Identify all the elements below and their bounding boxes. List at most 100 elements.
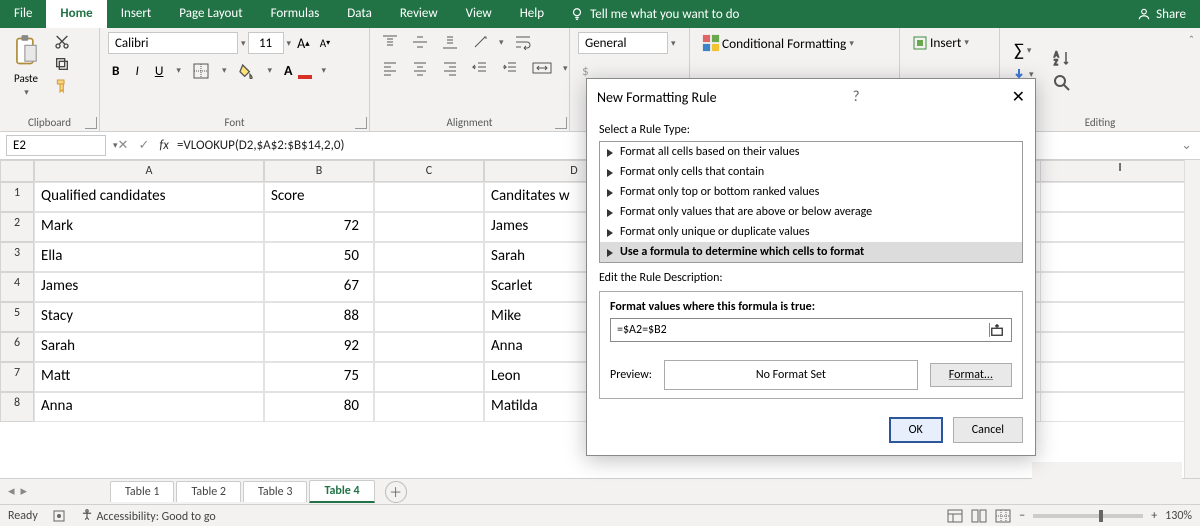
sort-filter-button[interactable]: AZ (1048, 46, 1076, 70)
chevron-down-icon[interactable]: ▾ (24, 87, 29, 98)
chevron-down-icon[interactable]: ▾ (287, 38, 292, 49)
tab-help[interactable]: Help (506, 0, 558, 28)
find-select-button[interactable] (1048, 72, 1076, 94)
increase-font-button[interactable]: A▴ (293, 33, 314, 54)
underline-button[interactable]: U (151, 60, 168, 81)
row-header[interactable]: 6 (0, 332, 34, 362)
font-color-button[interactable]: A (280, 60, 296, 81)
borders-button[interactable] (189, 61, 213, 81)
number-format-combo[interactable] (578, 32, 668, 54)
macro-record-icon[interactable] (52, 509, 66, 523)
bold-button[interactable]: B (108, 60, 123, 81)
col-header[interactable]: A (34, 160, 264, 182)
col-header[interactable]: C (374, 160, 484, 182)
col-header[interactable]: I (1040, 160, 1200, 182)
cell[interactable]: Sarah (34, 332, 264, 362)
zoom-in-button[interactable]: + (1151, 509, 1157, 523)
cut-button[interactable] (50, 32, 74, 52)
cell[interactable]: 92 (264, 332, 374, 362)
decrease-indent-button[interactable] (468, 58, 492, 78)
view-page-layout-icon[interactable] (971, 509, 987, 523)
row-header[interactable]: 3 (0, 242, 34, 272)
cancel-formula-icon[interactable]: ✕ (118, 138, 129, 153)
cell[interactable]: 50 (264, 242, 374, 272)
wrap-text-button[interactable] (510, 32, 538, 52)
collapse-ribbon-icon[interactable]: ˆ (1189, 34, 1194, 49)
enter-formula-icon[interactable]: ✓ (138, 138, 149, 153)
close-icon[interactable]: ✕ (1012, 87, 1025, 107)
rule-formula-input[interactable] (611, 321, 989, 339)
format-button[interactable]: Format... (930, 363, 1012, 387)
row-header[interactable]: 8 (0, 392, 34, 422)
rule-type-option[interactable]: Format only top or bottom ranked values (600, 182, 1022, 202)
fx-icon[interactable]: fx (159, 138, 169, 153)
sheet-tab[interactable]: Table 2 (176, 481, 240, 502)
tab-data[interactable]: Data (333, 0, 386, 28)
rule-type-option[interactable]: Format all cells based on their values (600, 142, 1022, 162)
decrease-font-button[interactable]: A▾ (316, 35, 334, 52)
cell[interactable] (374, 212, 484, 242)
cell[interactable] (374, 302, 484, 332)
paste-button[interactable] (8, 32, 44, 70)
expand-formula-bar-icon[interactable]: ⌄ (1173, 138, 1200, 153)
sheet-nav-prev-icon[interactable]: ◂ (8, 484, 15, 499)
insert-cells-button[interactable]: Insert▾ (908, 32, 973, 53)
cell[interactable] (374, 362, 484, 392)
format-painter-button[interactable] (50, 76, 74, 96)
chevron-down-icon[interactable]: ▾ (241, 38, 246, 49)
align-left-button[interactable] (378, 58, 402, 78)
merge-center-button[interactable] (528, 58, 556, 78)
tab-view[interactable]: View (452, 0, 506, 28)
horizontal-scrollbar[interactable] (1032, 462, 1182, 480)
tab-file[interactable]: File (0, 0, 46, 28)
cell[interactable]: 80 (264, 392, 374, 422)
cell[interactable]: Score (264, 182, 374, 212)
cell[interactable]: Matt (34, 362, 264, 392)
row-header[interactable]: 2 (0, 212, 34, 242)
tab-formulas[interactable]: Formulas (257, 0, 334, 28)
rule-type-option[interactable]: Use a formula to determine which cells t… (600, 242, 1022, 262)
copy-button[interactable] (50, 54, 74, 74)
cell[interactable]: Ella (34, 242, 264, 272)
view-normal-icon[interactable] (947, 509, 963, 523)
dialog-launcher-icon[interactable] (555, 117, 567, 129)
zoom-out-button[interactable]: − (1019, 509, 1025, 523)
align-center-button[interactable] (408, 58, 432, 78)
name-box[interactable] (6, 135, 106, 156)
fill-color-button[interactable] (234, 61, 258, 81)
conditional-formatting-button[interactable]: Conditional Formatting▾ (698, 32, 858, 54)
cell[interactable] (374, 242, 484, 272)
cell[interactable]: James (34, 272, 264, 302)
row-header[interactable]: 5 (0, 302, 34, 332)
cell[interactable]: 88 (264, 302, 374, 332)
cell[interactable] (374, 272, 484, 302)
rule-type-option[interactable]: Format only cells that contain (600, 162, 1022, 182)
col-header[interactable]: B (264, 160, 374, 182)
rule-type-option[interactable]: Format only unique or duplicate values (600, 222, 1022, 242)
cancel-button[interactable]: Cancel (953, 417, 1023, 443)
align-bottom-button[interactable] (438, 32, 462, 52)
cell[interactable] (374, 392, 484, 422)
autosum-button[interactable]: ∑▾ (1008, 37, 1038, 63)
font-name-combo[interactable] (108, 32, 238, 54)
cell[interactable]: Stacy (34, 302, 264, 332)
cell[interactable]: 67 (264, 272, 374, 302)
tab-review[interactable]: Review (386, 0, 452, 28)
tell-me[interactable]: Tell me what you want to do (558, 0, 751, 28)
accessibility-status[interactable]: Accessibility: Good to go (80, 508, 216, 524)
help-icon[interactable]: ? (853, 88, 860, 106)
tab-page-layout[interactable]: Page Layout (165, 0, 256, 28)
orientation-button[interactable] (468, 32, 492, 52)
sheet-tab[interactable]: Table 3 (243, 481, 307, 502)
dialog-launcher-icon[interactable] (355, 117, 367, 129)
tab-home[interactable]: Home (46, 0, 106, 28)
vertical-scrollbar[interactable] (1184, 160, 1200, 478)
zoom-level[interactable]: 130% (1165, 509, 1192, 523)
sheet-tab[interactable]: Table 1 (110, 481, 174, 502)
cell[interactable] (374, 332, 484, 362)
cell[interactable]: Mark (34, 212, 264, 242)
row-header[interactable]: 4 (0, 272, 34, 302)
align-middle-button[interactable] (408, 32, 432, 52)
cell[interactable] (374, 182, 484, 212)
rule-type-option[interactable]: Format only values that are above or bel… (600, 202, 1022, 222)
